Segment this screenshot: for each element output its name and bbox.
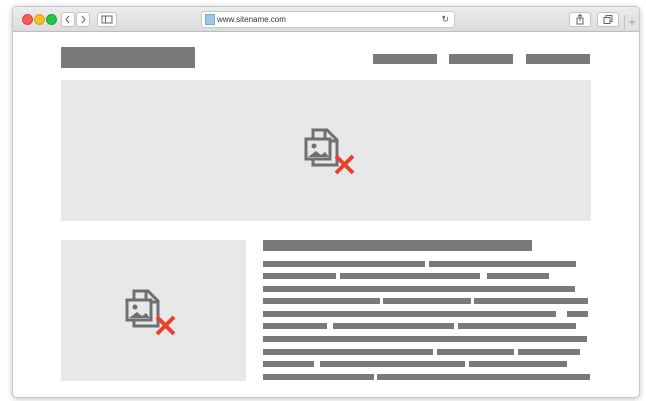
broken-image-icon <box>304 128 355 175</box>
text-line-segment <box>487 273 549 279</box>
site-favicon-icon <box>205 14 215 25</box>
text-line-segment <box>469 361 567 367</box>
sidebar-icon <box>101 15 113 24</box>
new-tab-button[interactable]: + <box>624 15 639 29</box>
minimize-window-button[interactable] <box>34 14 45 25</box>
site-logo-placeholder <box>61 47 195 68</box>
nav-item-3[interactable] <box>526 54 590 64</box>
reload-icon[interactable]: ↻ <box>441 12 449 27</box>
text-line-segment <box>474 298 588 304</box>
text-line-segment <box>377 374 590 380</box>
text-line-segment <box>263 374 374 380</box>
text-line-segment <box>340 273 480 279</box>
share-icon <box>576 13 584 25</box>
text-line-segment <box>437 349 514 355</box>
zoom-window-button[interactable] <box>46 14 57 25</box>
text-line-segment <box>263 361 314 367</box>
close-window-button[interactable] <box>22 14 33 25</box>
text-line-segment <box>263 336 587 342</box>
article-image-placeholder <box>61 240 246 381</box>
broken-image-icon <box>125 289 176 336</box>
text-line-segment <box>263 323 327 329</box>
text-line-segment <box>333 323 454 329</box>
text-line-segment <box>263 311 556 317</box>
sidebar-button[interactable] <box>97 12 117 27</box>
tabs-icon <box>603 15 613 24</box>
text-line-segment <box>263 286 575 292</box>
share-button[interactable] <box>569 12 591 27</box>
text-line-segment <box>458 323 576 329</box>
nav-item-1[interactable] <box>373 54 437 64</box>
text-line-segment <box>263 349 433 355</box>
text-line-segment <box>429 261 576 267</box>
text-line-segment <box>263 273 336 279</box>
text-line-segment <box>320 361 465 367</box>
nav-item-2[interactable] <box>449 54 513 64</box>
text-line-segment <box>263 298 380 304</box>
hero-image-placeholder <box>61 80 591 221</box>
address-url: www.sitename.com <box>217 15 286 24</box>
back-button[interactable] <box>61 12 75 27</box>
tabs-overview-button[interactable] <box>597 12 619 27</box>
article-heading-placeholder <box>263 240 532 251</box>
address-bar[interactable]: www.sitename.com ↻ <box>201 11 455 28</box>
chevron-right-icon <box>81 15 86 24</box>
text-line-segment <box>263 261 425 267</box>
browser-toolbar: www.sitename.com ↻ <box>13 7 639 32</box>
chevron-left-icon <box>65 15 70 24</box>
text-line-segment <box>567 311 588 317</box>
text-line-segment <box>383 298 471 304</box>
text-line-segment <box>518 349 580 355</box>
forward-button[interactable] <box>76 12 90 27</box>
